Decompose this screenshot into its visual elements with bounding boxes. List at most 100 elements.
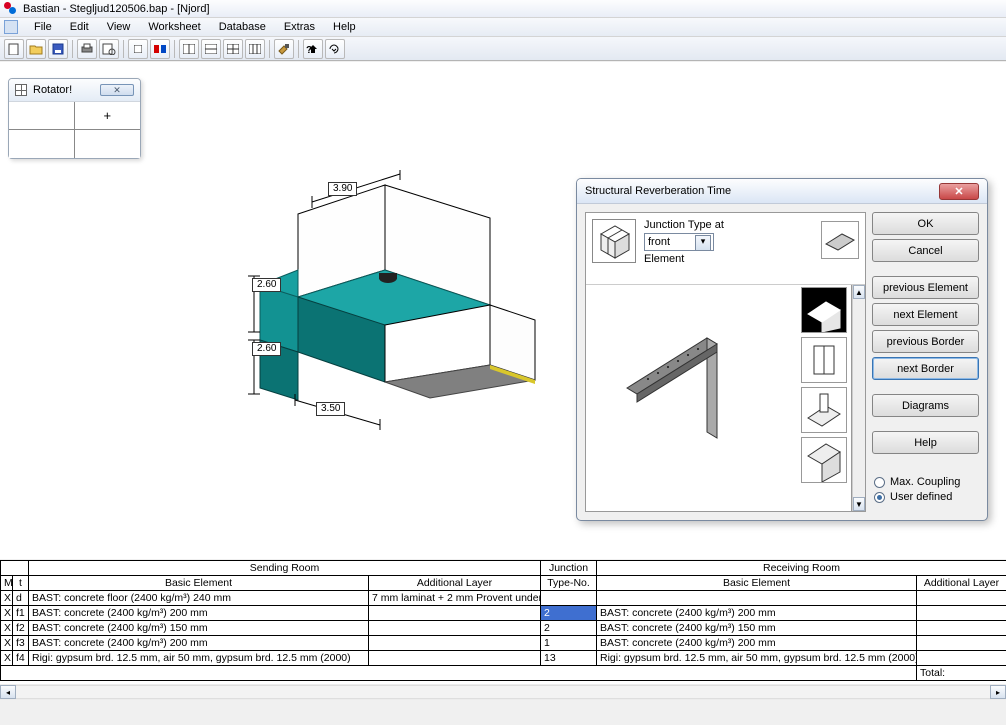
rotator-grid[interactable]: + bbox=[9, 102, 140, 158]
menu-bar: File Edit View Worksheet Database Extras… bbox=[0, 18, 1006, 37]
next-border-button[interactable]: next Border bbox=[872, 357, 979, 380]
window-title: Bastian - Stegljud120506.bap - [Njord] bbox=[23, 3, 210, 15]
col-recv-addl[interactable]: Additional Layer bbox=[917, 576, 1006, 591]
save-button[interactable] bbox=[48, 39, 68, 59]
rotator-close-button[interactable]: ✕ bbox=[100, 84, 134, 96]
radio-dot bbox=[874, 477, 885, 488]
radio-dot bbox=[874, 492, 885, 503]
menu-edit[interactable]: Edit bbox=[62, 19, 97, 35]
table-row[interactable]: Xf4Rigi: gypsum brd. 12.5 mm, air 50 mm,… bbox=[1, 651, 1006, 666]
radio-user-defined[interactable]: User defined bbox=[874, 491, 977, 503]
junction-type-label: Junction Type at bbox=[644, 219, 813, 231]
junction-type-list bbox=[797, 285, 852, 511]
hammer-button[interactable] bbox=[274, 39, 294, 59]
radio-label: User defined bbox=[890, 491, 952, 503]
open-button[interactable] bbox=[26, 39, 46, 59]
junction-option[interactable] bbox=[801, 387, 847, 433]
new-button[interactable] bbox=[4, 39, 24, 59]
group-sending: Sending Room bbox=[29, 561, 541, 576]
col-m[interactable]: M bbox=[1, 576, 13, 591]
radio-label: Max. Coupling bbox=[890, 476, 960, 488]
table-body: XdBAST: concrete floor (2400 kg/m³) 240 … bbox=[1, 591, 1006, 666]
menu-file[interactable]: File bbox=[26, 19, 60, 35]
swatch-white[interactable] bbox=[128, 39, 148, 59]
room-3d-view: 3.90 2.60 2.60 3.50 bbox=[240, 170, 570, 430]
print-preview-button[interactable] bbox=[99, 39, 119, 59]
print-button[interactable] bbox=[77, 39, 97, 59]
rotator-title: Rotator! bbox=[33, 84, 72, 96]
menu-worksheet[interactable]: Worksheet bbox=[140, 19, 208, 35]
rotator-titlebar[interactable]: Rotator! ✕ bbox=[9, 79, 140, 102]
layout-1[interactable] bbox=[179, 39, 199, 59]
horizontal-scrollbar[interactable]: ◂ ▸ bbox=[0, 684, 1006, 700]
menu-help[interactable]: Help bbox=[325, 19, 364, 35]
scroll-down[interactable]: ▼ bbox=[853, 497, 865, 511]
previous-border-button[interactable]: previous Border bbox=[872, 330, 979, 353]
dim-top: 3.90 bbox=[328, 182, 357, 196]
scroll-left[interactable]: ◂ bbox=[0, 685, 16, 699]
junction-thumb-top[interactable] bbox=[821, 221, 859, 259]
rotator-cell-0[interactable] bbox=[9, 102, 75, 130]
scroll-right[interactable]: ▸ bbox=[990, 685, 1006, 699]
junction-option[interactable] bbox=[801, 337, 847, 383]
previous-element-button[interactable]: previous Element bbox=[872, 276, 979, 299]
col-send-addl[interactable]: Additional Layer bbox=[369, 576, 541, 591]
element-table[interactable]: Sending Room Junction Receiving Room M t… bbox=[0, 560, 1006, 681]
rotator-panel[interactable]: Rotator! ✕ + bbox=[8, 78, 141, 159]
col-blank bbox=[1, 561, 29, 576]
junction-option[interactable] bbox=[801, 437, 847, 483]
total-label: Total: bbox=[917, 666, 1006, 681]
dim-left-upper: 2.60 bbox=[252, 278, 281, 292]
title-bar: Bastian - Stegljud120506.bap - [Njord] bbox=[0, 0, 1006, 18]
menu-view[interactable]: View bbox=[99, 19, 139, 35]
dialog-preview-panel: Junction Type at front Element bbox=[585, 212, 866, 512]
col-t[interactable]: t bbox=[13, 576, 29, 591]
macro-button[interactable] bbox=[325, 39, 345, 59]
separator bbox=[269, 40, 270, 58]
dialog-titlebar[interactable]: Structural Reverberation Time ✕ bbox=[577, 179, 987, 204]
dialog-button-column: OK Cancel previous Element next Element … bbox=[872, 212, 979, 512]
help-context-button[interactable]: ? bbox=[303, 39, 323, 59]
radio-max-coupling[interactable]: Max. Coupling bbox=[874, 476, 977, 488]
menu-database[interactable]: Database bbox=[211, 19, 274, 35]
diagrams-button[interactable]: Diagrams bbox=[872, 394, 979, 417]
room-cube-icon bbox=[592, 219, 636, 263]
layout-3[interactable] bbox=[223, 39, 243, 59]
toolbar: ? bbox=[0, 37, 1006, 61]
cancel-button[interactable]: Cancel bbox=[872, 239, 979, 262]
table-row[interactable]: Xf1BAST: concrete (2400 kg/m³) 200 mm2BA… bbox=[1, 606, 1006, 621]
rotator-cell-1[interactable]: + bbox=[75, 102, 141, 130]
menu-extras[interactable]: Extras bbox=[276, 19, 323, 35]
table-row[interactable]: XdBAST: concrete floor (2400 kg/m³) 240 … bbox=[1, 591, 1006, 606]
layout-4[interactable] bbox=[245, 39, 265, 59]
col-send-basic[interactable]: Basic Element bbox=[29, 576, 369, 591]
group-receiving: Receiving Room bbox=[597, 561, 1006, 576]
junction-list-scrollbar[interactable]: ▲ ▼ bbox=[852, 285, 865, 511]
swatch-red-blue[interactable] bbox=[150, 39, 170, 59]
element-table-panel: Sending Room Junction Receiving Room M t… bbox=[0, 560, 1006, 700]
dialog-title-text: Structural Reverberation Time bbox=[585, 185, 731, 197]
system-menu-icon[interactable] bbox=[4, 20, 18, 34]
dialog-close-button[interactable]: ✕ bbox=[939, 183, 979, 200]
help-button[interactable]: Help bbox=[872, 431, 979, 454]
table-row[interactable]: Xf3BAST: concrete (2400 kg/m³) 200 mm1BA… bbox=[1, 636, 1006, 651]
col-recv-basic[interactable]: Basic Element bbox=[597, 576, 917, 591]
junction-type-select[interactable]: front bbox=[644, 233, 714, 251]
scroll-track[interactable] bbox=[16, 685, 990, 699]
table-row[interactable]: Xf2BAST: concrete (2400 kg/m³) 150 mm2BA… bbox=[1, 621, 1006, 636]
junction-preview bbox=[586, 285, 797, 511]
separator bbox=[72, 40, 73, 58]
dim-bottom: 3.50 bbox=[316, 402, 345, 416]
next-element-button[interactable]: next Element bbox=[872, 303, 979, 326]
layout-2[interactable] bbox=[201, 39, 221, 59]
rotator-plus: + bbox=[103, 108, 111, 123]
coupling-radio-group: Max. Coupling User defined bbox=[872, 467, 979, 512]
junction-option-selected[interactable] bbox=[801, 287, 847, 333]
scroll-up[interactable]: ▲ bbox=[853, 285, 865, 299]
junction-type-value: front bbox=[648, 236, 670, 248]
rotator-cell-2[interactable] bbox=[9, 130, 75, 158]
ok-button[interactable]: OK bbox=[872, 212, 979, 235]
app-icon bbox=[4, 2, 18, 16]
col-typeno[interactable]: Type-No. bbox=[541, 576, 597, 591]
rotator-cell-3[interactable] bbox=[75, 130, 141, 158]
